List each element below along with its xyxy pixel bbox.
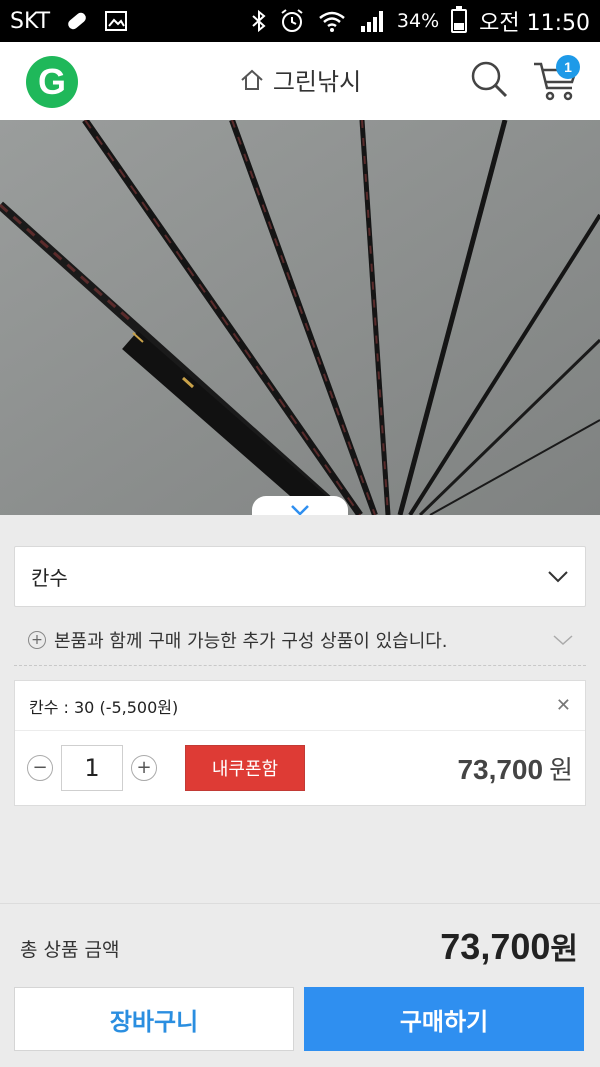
chevron-down-icon (553, 635, 573, 646)
add-to-cart-button[interactable]: 장바구니 (14, 987, 294, 1051)
cart-count-badge: 1 (556, 55, 580, 79)
signal-icon (360, 11, 383, 32)
total-label: 총 상품 금액 (20, 939, 120, 961)
quantity-field[interactable]: 1 (61, 745, 123, 791)
image-icon (105, 11, 128, 31)
status-bar: SKT 34% 오전 11:50 (0, 0, 600, 42)
option-price-value: 73,700 (457, 753, 544, 785)
option-select[interactable]: 칸수 (14, 546, 586, 607)
selected-option-label: 칸수 : 30 (-5,500원) (29, 697, 179, 717)
total-price: 73,700 원 (440, 924, 578, 968)
decrease-button[interactable]: − (27, 755, 53, 781)
option-price-currency: 원 (549, 755, 573, 786)
bluetooth-icon (252, 9, 266, 33)
close-icon[interactable]: ✕ (556, 695, 571, 716)
clock: 오전 11:50 (479, 11, 590, 36)
footer-divider (0, 903, 600, 904)
search-icon[interactable] (468, 58, 510, 100)
page-title[interactable]: 그린낚시 (0, 62, 600, 97)
page-title-text: 그린낚시 (272, 68, 362, 96)
battery-icon (451, 6, 468, 33)
fishing-rod-photo (0, 120, 600, 515)
alarm-icon (281, 9, 303, 32)
total-price-value: 73,700 (440, 926, 551, 967)
addon-products-toggle[interactable]: + 본품과 함께 구매 가능한 추가 구성 상품이 있습니다. (14, 618, 586, 662)
coupon-button[interactable]: 내쿠폰함 (185, 745, 305, 791)
carrier-label: SKT (10, 8, 51, 34)
app-header: G 그린낚시 (0, 42, 600, 120)
addon-text: 본품과 함께 구매 가능한 추가 구성 상품이 있습니다. (54, 631, 448, 652)
home-icon (241, 69, 263, 90)
plus-circle-icon: + (28, 631, 46, 649)
option-select-label: 칸수 (31, 566, 68, 590)
product-image (0, 120, 600, 515)
chevron-down-icon (548, 570, 568, 582)
pill-icon (68, 12, 86, 30)
increase-button[interactable]: + (131, 755, 157, 781)
wifi-icon (319, 11, 345, 32)
total-price-currency: 원 (550, 932, 578, 967)
battery-percent: 34% (396, 10, 440, 32)
buy-now-button[interactable]: 구매하기 (304, 987, 584, 1051)
divider (14, 665, 586, 666)
option-price: 73,700 원 (457, 750, 573, 787)
purchase-panel: 칸수 + 본품과 함께 구매 가능한 추가 구성 상품이 있습니다. 칸수 : … (0, 515, 600, 1067)
selected-option-card: 칸수 : 30 (-5,500원) ✕ − 1 + 내쿠폰함 73,700 원 (14, 680, 586, 806)
